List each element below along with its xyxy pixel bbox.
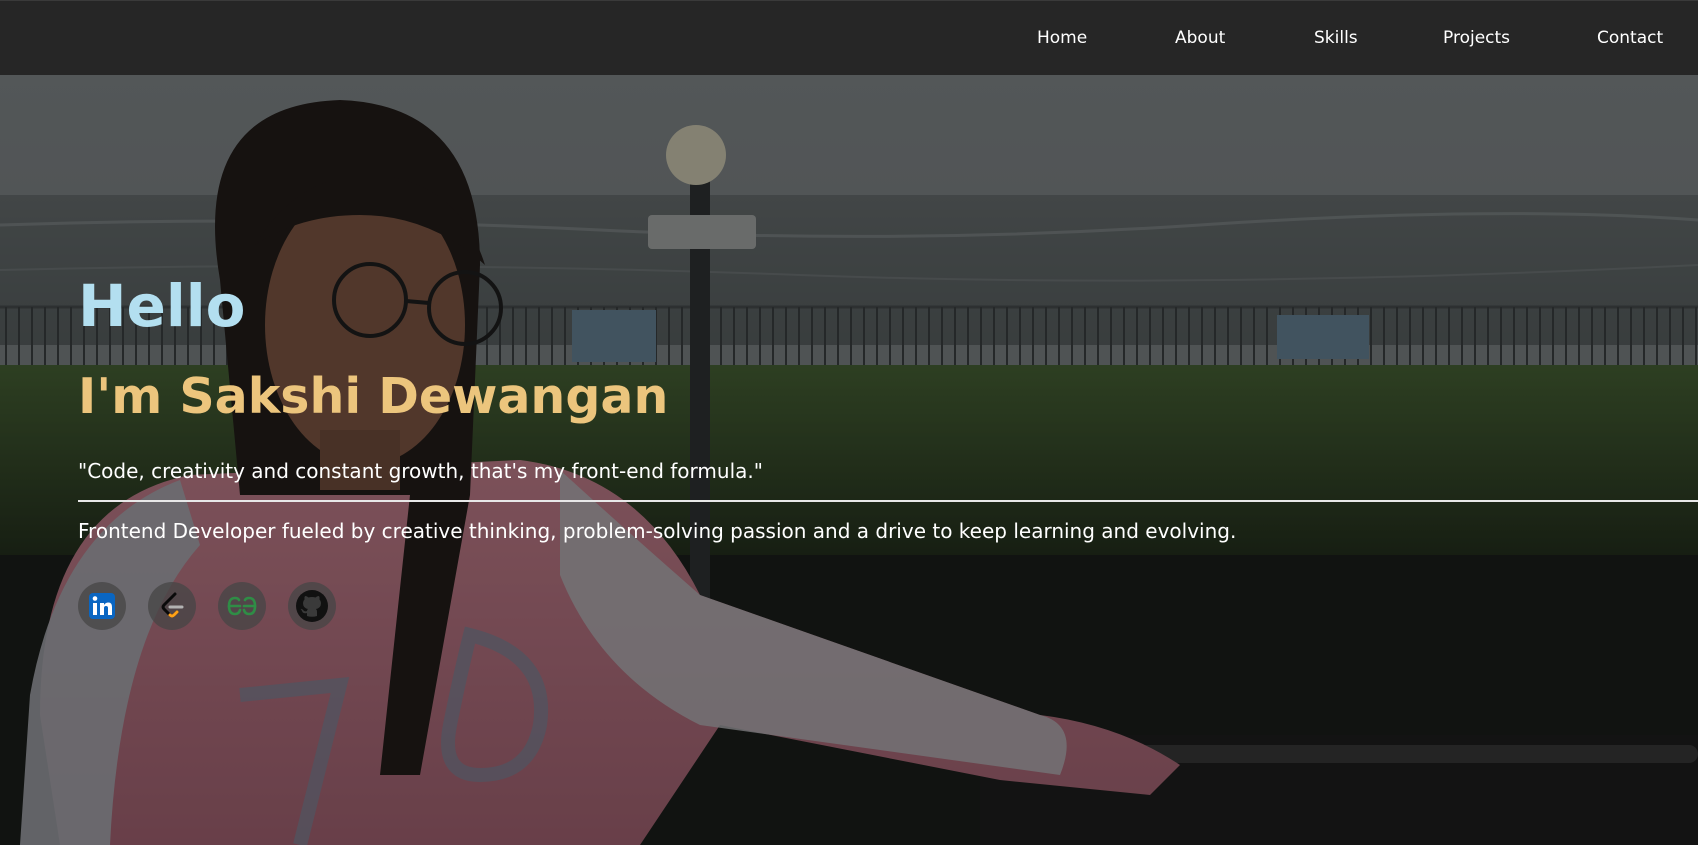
github-link[interactable]	[288, 582, 336, 630]
hero-quote: "Code, creativity and constant growth, t…	[78, 459, 763, 483]
hero-description: Frontend Developer fueled by creative th…	[78, 519, 1237, 543]
linkedin-icon	[89, 593, 115, 619]
leetcode-icon	[161, 592, 184, 618]
geeksforgeeks-link[interactable]	[218, 582, 266, 630]
hero-divider	[78, 500, 1698, 502]
nav-link-contact[interactable]: Contact	[1597, 1, 1663, 76]
hero-name: I'm Sakshi Dewangan	[78, 368, 669, 425]
linkedin-link[interactable]	[78, 582, 126, 630]
nav-link-home[interactable]: Home	[1037, 1, 1087, 76]
navbar: Home About Skills Projects Contact	[0, 0, 1698, 75]
geeksforgeeks-icon	[227, 596, 257, 616]
nav-link-about[interactable]: About	[1175, 1, 1225, 76]
hero-greeting: Hello	[78, 272, 246, 340]
nav-link-skills[interactable]: Skills	[1314, 1, 1358, 76]
github-icon	[296, 590, 328, 622]
hero-section: Hello I'm Sakshi Dewangan "Code, creativ…	[0, 75, 1698, 845]
leetcode-link[interactable]	[148, 582, 196, 630]
nav-link-projects[interactable]: Projects	[1443, 1, 1510, 76]
